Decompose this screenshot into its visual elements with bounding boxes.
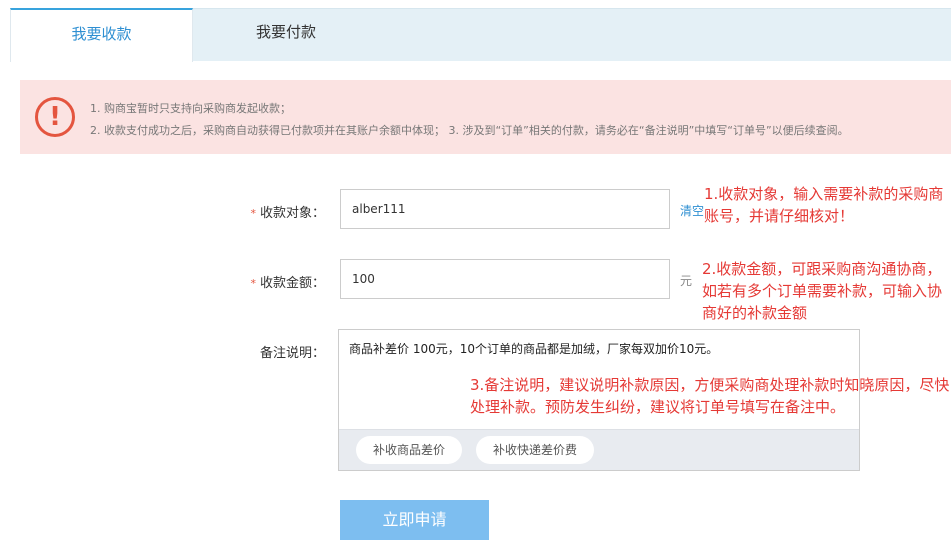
annotation-payee: 1.收款对象，输入需要补款的采购商账号，并请仔细核对！ [704, 185, 944, 225]
payee-input[interactable]: alber111 [340, 189, 670, 229]
amount-unit: 元 [680, 274, 693, 288]
clear-link[interactable]: 清空 [680, 202, 704, 219]
amount-label: * 收款金额： [205, 272, 325, 291]
notice-banner: ! 1. 购商宝暂时只支持向采购商发起收款； 2. 收款支付成功之后，采购商自动… [20, 80, 951, 154]
annotation-amount: 2.收款金额，可跟采购商沟通协商，如若有多个订单需要补款，可输入协商好的补款金额 [702, 260, 943, 322]
payee-label-text: 收款对象： [259, 206, 325, 221]
required-mark: * [250, 207, 256, 220]
payee-label: * 收款对象： [205, 202, 325, 221]
tab-bar: 我要收款 我要付款 [0, 0, 951, 62]
notice-line-1: 1. 购商宝暂时只支持向采购商发起收款； [90, 102, 291, 115]
annotation-remark: 3.备注说明，建议说明补款原因，方便采购商处理补款时知晓原因，尽快处理补款。预防… [470, 376, 950, 416]
remark-tags-bar: 补收商品差价 补收快递差价费 [339, 429, 859, 470]
remark-text: 商品补差价 100元，10个订单的商品都是加绒，厂家每双加价10元。 [349, 342, 719, 356]
tab-make-payment[interactable]: 我要付款 [191, 8, 381, 60]
amount-label-text: 收款金额： [259, 276, 325, 291]
remark-label: 备注说明： [259, 346, 325, 361]
submit-button[interactable]: 立即申请 [340, 500, 489, 540]
tag-product-price-diff[interactable]: 补收商品差价 [356, 436, 463, 464]
exclamation-circle-icon: ! [35, 97, 75, 137]
tag-shipping-price-diff[interactable]: 补收快递差价费 [476, 436, 595, 464]
tab-receive-payment[interactable]: 我要收款 [10, 8, 193, 62]
amount-input[interactable]: 100 [340, 259, 670, 299]
notice-line-2: 2. 收款支付成功之后，采购商自动获得已付款项并在其账户余额中体现； 3. 涉及… [90, 124, 849, 137]
required-mark: * [250, 277, 256, 290]
